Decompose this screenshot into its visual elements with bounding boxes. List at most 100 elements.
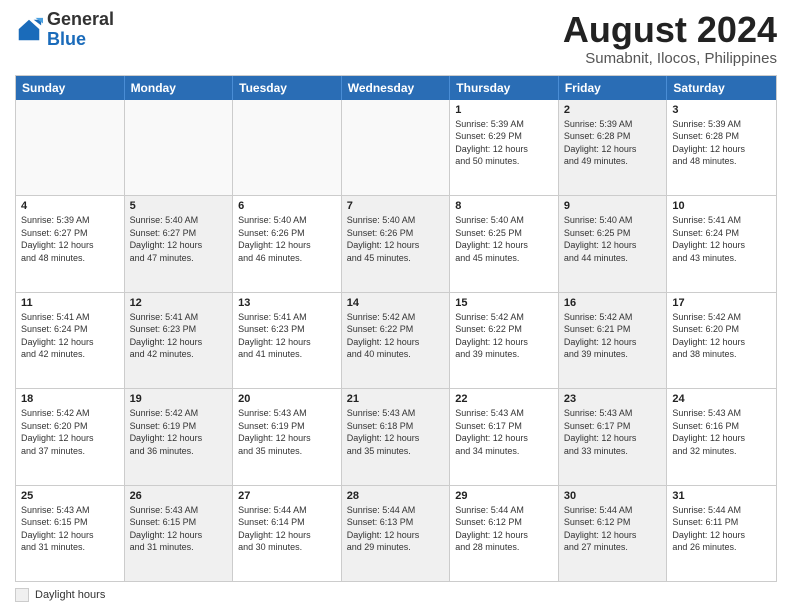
logo-blue: Blue bbox=[47, 29, 86, 49]
cell-info: Sunrise: 5:43 AM Sunset: 6:19 PM Dayligh… bbox=[238, 407, 336, 457]
calendar-row-2: 4Sunrise: 5:39 AM Sunset: 6:27 PM Daylig… bbox=[16, 195, 776, 291]
day-number: 28 bbox=[347, 490, 445, 502]
header-day-friday: Friday bbox=[559, 76, 668, 100]
calendar-cell: 19 Sunrise: 5:42 AM Sunset: 6:19 PM Dayli… bbox=[125, 389, 234, 484]
cell-info: Sunrise: 5:43 AM Sunset: 6:17 PM Dayligh… bbox=[564, 407, 662, 457]
cell-info: Sunrise: 5:43 AM Sunset: 6:15 PM Dayligh… bbox=[21, 504, 119, 554]
logo-icon bbox=[15, 16, 43, 44]
day-number: 25 bbox=[21, 490, 119, 502]
calendar-cell: 15Sunrise: 5:42 AM Sunset: 6:22 PM Dayli… bbox=[450, 293, 559, 388]
calendar-cell: 20Sunrise: 5:43 AM Sunset: 6:19 PM Dayli… bbox=[233, 389, 342, 484]
header-day-sunday: Sunday bbox=[16, 76, 125, 100]
day-number: 14 bbox=[347, 297, 445, 309]
header-day-monday: Monday bbox=[125, 76, 234, 100]
calendar-row-5: 25 Sunrise: 5:43 AM Sunset: 6:15 PM Dayli… bbox=[16, 485, 776, 581]
cell-info: Sunrise: 5:40 AM Sunset: 6:25 PM Dayligh… bbox=[564, 214, 662, 264]
cell-info: Sunrise: 5:42 AM Sunset: 6:21 PM Dayligh… bbox=[564, 311, 662, 361]
shaded-box bbox=[15, 588, 29, 602]
day-number: 4 bbox=[21, 200, 119, 212]
cell-info: Sunrise: 5:42 AM Sunset: 6:22 PM Dayligh… bbox=[347, 311, 445, 361]
calendar-cell: 25 Sunrise: 5:43 AM Sunset: 6:15 PM Dayli… bbox=[16, 486, 125, 581]
header-day-tuesday: Tuesday bbox=[233, 76, 342, 100]
day-number: 27 bbox=[238, 490, 336, 502]
calendar-cell: 8 Sunrise: 5:40 AM Sunset: 6:25 PM Daylig… bbox=[450, 196, 559, 291]
calendar-body: 1 Sunrise: 5:39 AM Sunset: 6:29 PM Daylig… bbox=[16, 100, 776, 581]
header-day-wednesday: Wednesday bbox=[342, 76, 451, 100]
cell-info: Sunrise: 5:40 AM Sunset: 6:26 PM Dayligh… bbox=[238, 214, 336, 264]
calendar-cell bbox=[125, 100, 234, 195]
cell-info: Sunrise: 5:43 AM Sunset: 6:15 PM Dayligh… bbox=[130, 504, 228, 554]
header-day-saturday: Saturday bbox=[667, 76, 776, 100]
calendar-cell: 13Sunrise: 5:41 AM Sunset: 6:23 PM Dayli… bbox=[233, 293, 342, 388]
day-number: 6 bbox=[238, 200, 336, 212]
footer-label: Daylight hours bbox=[35, 589, 105, 601]
day-number: 24 bbox=[672, 393, 771, 405]
cell-info: Sunrise: 5:41 AM Sunset: 6:24 PM Dayligh… bbox=[21, 311, 119, 361]
day-number: 12 bbox=[130, 297, 228, 309]
logo-general: General bbox=[47, 9, 114, 29]
calendar-header: SundayMondayTuesdayWednesdayThursdayFrid… bbox=[16, 76, 776, 100]
day-number: 7 bbox=[347, 200, 445, 212]
cell-info: Sunrise: 5:42 AM Sunset: 6:20 PM Dayligh… bbox=[672, 311, 771, 361]
cell-info: Sunrise: 5:42 AM Sunset: 6:22 PM Dayligh… bbox=[455, 311, 553, 361]
logo-text: General Blue bbox=[47, 10, 114, 50]
day-number: 30 bbox=[564, 490, 662, 502]
day-number: 19 bbox=[130, 393, 228, 405]
calendar-cell: 16Sunrise: 5:42 AM Sunset: 6:21 PM Dayli… bbox=[559, 293, 668, 388]
day-number: 11 bbox=[21, 297, 119, 309]
day-number: 8 bbox=[455, 200, 553, 212]
day-number: 31 bbox=[672, 490, 771, 502]
calendar-row-3: 11 Sunrise: 5:41 AM Sunset: 6:24 PM Dayli… bbox=[16, 292, 776, 388]
day-number: 23 bbox=[564, 393, 662, 405]
footer: Daylight hours bbox=[15, 588, 777, 602]
cell-info: Sunrise: 5:42 AM Sunset: 6:19 PM Dayligh… bbox=[130, 407, 228, 457]
calendar-cell: 11 Sunrise: 5:41 AM Sunset: 6:24 PM Dayli… bbox=[16, 293, 125, 388]
logo: General Blue bbox=[15, 10, 114, 50]
day-number: 21 bbox=[347, 393, 445, 405]
day-number: 22 bbox=[455, 393, 553, 405]
calendar-cell: 21 Sunrise: 5:43 AM Sunset: 6:18 PM Dayli… bbox=[342, 389, 451, 484]
calendar-cell: 7 Sunrise: 5:40 AM Sunset: 6:26 PM Daylig… bbox=[342, 196, 451, 291]
cell-info: Sunrise: 5:43 AM Sunset: 6:18 PM Dayligh… bbox=[347, 407, 445, 457]
cell-info: Sunrise: 5:44 AM Sunset: 6:11 PM Dayligh… bbox=[672, 504, 771, 554]
day-number: 26 bbox=[130, 490, 228, 502]
calendar-row-1: 1 Sunrise: 5:39 AM Sunset: 6:29 PM Daylig… bbox=[16, 100, 776, 195]
calendar-cell: 3 Sunrise: 5:39 AM Sunset: 6:28 PM Daylig… bbox=[667, 100, 776, 195]
calendar-cell bbox=[16, 100, 125, 195]
calendar-cell: 29Sunrise: 5:44 AM Sunset: 6:12 PM Dayli… bbox=[450, 486, 559, 581]
cell-info: Sunrise: 5:40 AM Sunset: 6:26 PM Dayligh… bbox=[347, 214, 445, 264]
cell-info: Sunrise: 5:40 AM Sunset: 6:25 PM Dayligh… bbox=[455, 214, 553, 264]
day-number: 1 bbox=[455, 104, 553, 116]
calendar-cell: 4Sunrise: 5:39 AM Sunset: 6:27 PM Daylig… bbox=[16, 196, 125, 291]
title-block: August 2024 Sumabnit, Ilocos, Philippine… bbox=[563, 10, 777, 67]
cell-info: Sunrise: 5:43 AM Sunset: 6:16 PM Dayligh… bbox=[672, 407, 771, 457]
day-number: 17 bbox=[672, 297, 771, 309]
cell-info: Sunrise: 5:44 AM Sunset: 6:12 PM Dayligh… bbox=[455, 504, 553, 554]
calendar-cell: 9 Sunrise: 5:40 AM Sunset: 6:25 PM Daylig… bbox=[559, 196, 668, 291]
calendar-cell: 27 Sunrise: 5:44 AM Sunset: 6:14 PM Dayli… bbox=[233, 486, 342, 581]
day-number: 3 bbox=[672, 104, 771, 116]
cell-info: Sunrise: 5:41 AM Sunset: 6:24 PM Dayligh… bbox=[672, 214, 771, 264]
cell-info: Sunrise: 5:41 AM Sunset: 6:23 PM Dayligh… bbox=[130, 311, 228, 361]
calendar-cell: 31 Sunrise: 5:44 AM Sunset: 6:11 PM Dayli… bbox=[667, 486, 776, 581]
cell-info: Sunrise: 5:42 AM Sunset: 6:20 PM Dayligh… bbox=[21, 407, 119, 457]
cell-info: Sunrise: 5:39 AM Sunset: 6:29 PM Dayligh… bbox=[455, 118, 553, 168]
cell-info: Sunrise: 5:43 AM Sunset: 6:17 PM Dayligh… bbox=[455, 407, 553, 457]
calendar-cell bbox=[233, 100, 342, 195]
calendar-cell: 23 Sunrise: 5:43 AM Sunset: 6:17 PM Dayli… bbox=[559, 389, 668, 484]
calendar-cell: 1 Sunrise: 5:39 AM Sunset: 6:29 PM Daylig… bbox=[450, 100, 559, 195]
cell-info: Sunrise: 5:39 AM Sunset: 6:28 PM Dayligh… bbox=[672, 118, 771, 168]
header-day-thursday: Thursday bbox=[450, 76, 559, 100]
cell-info: Sunrise: 5:44 AM Sunset: 6:12 PM Dayligh… bbox=[564, 504, 662, 554]
calendar-cell: 10Sunrise: 5:41 AM Sunset: 6:24 PM Dayli… bbox=[667, 196, 776, 291]
calendar-cell: 26 Sunrise: 5:43 AM Sunset: 6:15 PM Dayli… bbox=[125, 486, 234, 581]
calendar-cell: 18Sunrise: 5:42 AM Sunset: 6:20 PM Dayli… bbox=[16, 389, 125, 484]
calendar-cell: 2Sunrise: 5:39 AM Sunset: 6:28 PM Daylig… bbox=[559, 100, 668, 195]
cell-info: Sunrise: 5:44 AM Sunset: 6:14 PM Dayligh… bbox=[238, 504, 336, 554]
calendar: SundayMondayTuesdayWednesdayThursdayFrid… bbox=[15, 75, 777, 582]
cell-info: Sunrise: 5:40 AM Sunset: 6:27 PM Dayligh… bbox=[130, 214, 228, 264]
calendar-cell: 5Sunrise: 5:40 AM Sunset: 6:27 PM Daylig… bbox=[125, 196, 234, 291]
day-number: 9 bbox=[564, 200, 662, 212]
header: General Blue August 2024 Sumabnit, Iloco… bbox=[15, 10, 777, 67]
cell-info: Sunrise: 5:41 AM Sunset: 6:23 PM Dayligh… bbox=[238, 311, 336, 361]
